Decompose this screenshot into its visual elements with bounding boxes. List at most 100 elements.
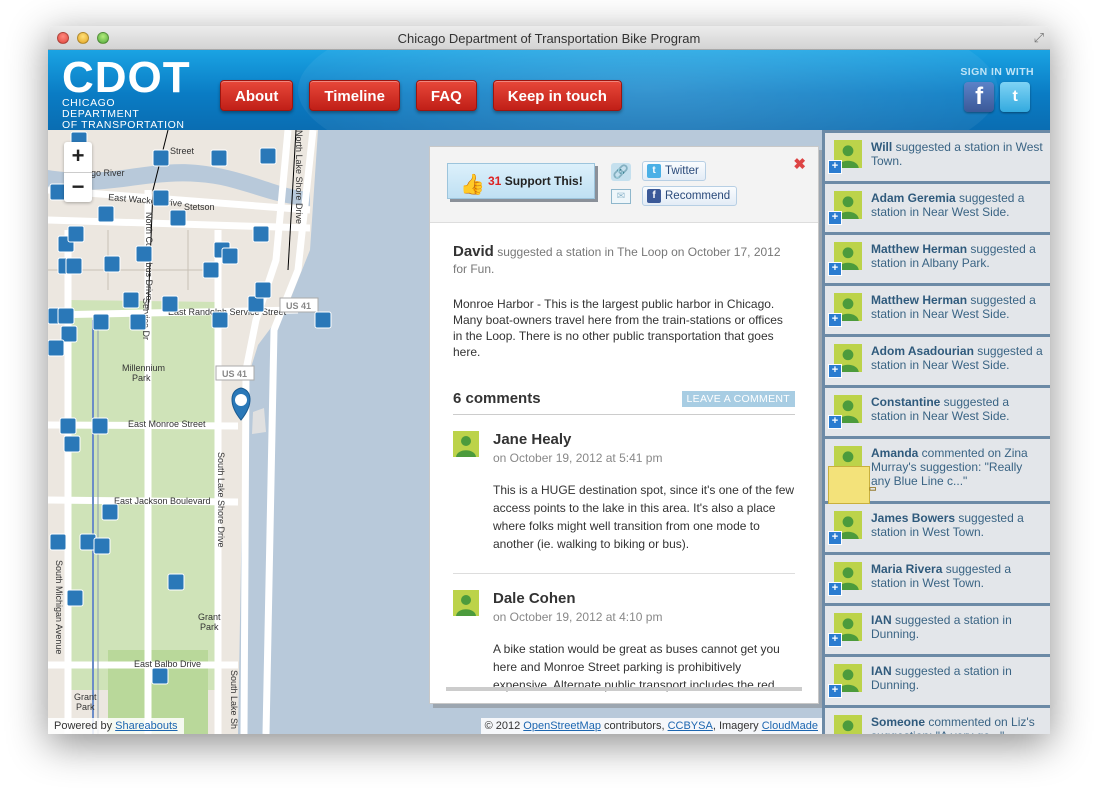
plus-icon: + [828, 364, 842, 378]
svg-text:Grant: Grant [198, 612, 221, 622]
site-header: CDOT Chicago Department of Transportatio… [48, 50, 1050, 130]
shareabouts-link[interactable]: Shareabouts [115, 720, 177, 732]
comment: Jane Healy on October 19, 2012 at 5:41 p… [453, 415, 795, 574]
svg-text:Millennium: Millennium [122, 363, 165, 373]
zoom-in-button[interactable]: + [64, 142, 92, 172]
avatar [834, 715, 862, 734]
activity-user[interactable]: Someone [871, 715, 925, 729]
activity-item[interactable]: + Matthew Herman suggested a station in N… [825, 286, 1050, 334]
activity-item[interactable]: + Constantine suggested a station in Near… [825, 388, 1050, 436]
activity-user[interactable]: IAN [871, 613, 892, 627]
map-attribution: © 2012 OpenStreetMap contributors, CCBYS… [480, 718, 822, 734]
svg-text:Park: Park [76, 702, 95, 712]
plus-icon: + [828, 313, 842, 327]
ccbysa-link[interactable]: CCBYSA [668, 720, 713, 732]
activity-user[interactable]: Constantine [871, 395, 940, 409]
activity-user[interactable]: Maria Rivera [871, 562, 942, 576]
activity-item[interactable]: ▭ Amanda commented on Zina Murray's sugge… [825, 439, 1050, 504]
plus-icon: + [828, 262, 842, 276]
activity-item[interactable]: + IAN suggested a station in Dunning. [825, 657, 1050, 705]
plus-icon: + [828, 582, 842, 596]
avatar [453, 590, 479, 616]
activity-item[interactable]: + IAN suggested a station in Dunning. [825, 606, 1050, 654]
leave-comment-button[interactable]: LEAVE A COMMENT [681, 390, 795, 407]
svg-text:Grant: Grant [74, 692, 97, 702]
activity-user[interactable]: Will [871, 140, 892, 154]
svg-text:East Balbo Drive: East Balbo Drive [134, 659, 201, 669]
support-label: Support This! [504, 174, 583, 188]
activity-user[interactable]: Matthew Herman [871, 242, 967, 256]
email-icon[interactable]: ✉ [611, 189, 631, 204]
twitter-login-icon[interactable]: t [1000, 82, 1031, 112]
svg-text:US 41: US 41 [286, 301, 311, 311]
osm-link[interactable]: OpenStreetMap [523, 720, 601, 732]
nav-about-button[interactable]: About [220, 80, 294, 111]
comments-count: 6 comments [453, 390, 541, 407]
place-description: Monroe Harbor - This is the largest publ… [453, 297, 783, 359]
support-button[interactable]: 👍 31 Support This! [447, 163, 595, 199]
activity-item[interactable]: + James Bowers suggested a station in Wes… [825, 504, 1050, 552]
thumbs-up-icon: 👍 [460, 174, 485, 196]
nav-timeline-button[interactable]: Timeline [309, 80, 400, 111]
svg-text:Park: Park [200, 622, 219, 632]
activity-item[interactable]: + Adam Geremia suggested a station in Nea… [825, 184, 1050, 232]
plus-icon: + [828, 211, 842, 225]
cdot-logo[interactable]: CDOT Chicago Department of Transportatio… [62, 53, 192, 131]
activity-user[interactable]: Matthew Herman [871, 293, 967, 307]
nav-faq-button[interactable]: FAQ [415, 80, 477, 111]
zoom-out-button[interactable]: − [64, 172, 92, 202]
main-nav: About Timeline FAQ Keep in touch [220, 80, 622, 111]
link-icon[interactable]: 🔗 [611, 163, 631, 181]
panel-scroll-edge [446, 687, 802, 691]
svg-text:South Lake Sh: South Lake Sh [229, 670, 239, 729]
fullscreen-icon[interactable]: ⤢ [1034, 30, 1044, 46]
activity-item[interactable]: ▭Someone commented on Liz's suggestion: … [825, 708, 1050, 734]
plus-icon: + [828, 160, 842, 174]
comment-text: A bike station would be great as buses c… [493, 642, 780, 692]
map[interactable]: Street Chicago River East Wacker Drive N… [48, 130, 822, 734]
nav-keep-in-touch-button[interactable]: Keep in touch [492, 80, 622, 111]
zoom-control: + − [64, 142, 92, 202]
twitter-share-button[interactable]: t Twitter [642, 161, 706, 181]
activity-user[interactable]: Amanda [871, 446, 918, 460]
powered-by: Powered by Shareabouts [48, 718, 184, 734]
logo-wordmark: CDOT [62, 53, 191, 102]
comment-date: on October 19, 2012 at 4:10 pm [493, 610, 663, 624]
activity-text: suggested a station in Dunning. [871, 613, 1012, 641]
activity-item[interactable]: + Adom Asadourian suggested a station in … [825, 337, 1050, 385]
facebook-login-icon[interactable]: f [964, 82, 995, 112]
avatar [453, 431, 479, 457]
comments-header: 6 comments LEAVE A COMMENT [453, 390, 795, 415]
svg-text:US 41: US 41 [222, 369, 247, 379]
cloudmade-link[interactable]: CloudMade [762, 720, 818, 732]
twitter-bird-icon: t [647, 164, 661, 178]
activity-feed[interactable]: + Will suggested a station in West Town. +… [822, 130, 1050, 734]
comment: Dale Cohen on October 19, 2012 at 4:10 p… [453, 574, 795, 703]
activity-item[interactable]: + Maria Rivera suggested a station in Wes… [825, 555, 1050, 603]
logo-subtitle-2: of Transportation [62, 119, 185, 131]
window-title: Chicago Department of Transportation Bik… [397, 31, 701, 46]
comment-author: Dale Cohen [493, 590, 576, 607]
plus-icon: + [828, 531, 842, 545]
svg-text:Street: Street [170, 146, 195, 156]
close-panel-icon[interactable]: ✖ [793, 155, 806, 173]
svg-text:East Monroe Street: East Monroe Street [128, 419, 206, 429]
facebook-recommend-button[interactable]: f Recommend [642, 186, 738, 206]
plus-icon: + [828, 415, 842, 429]
activity-user[interactable]: Adom Asadourian [871, 344, 974, 358]
place-detail-panel: 👍 31 Support This! 🔗 ✉ t Twitter f Recom… [429, 146, 819, 704]
sign-in: SIGN IN WITH f t [960, 66, 1034, 112]
facebook-icon: f [647, 189, 661, 203]
activity-item[interactable]: + Will suggested a station in West Town. [825, 133, 1050, 181]
panel-body: David suggested a station in The Loop on… [430, 223, 818, 703]
comment-text: This is a HUGE destination spot, since i… [493, 483, 795, 551]
comment-author: Jane Healy [493, 431, 572, 448]
svg-text:Park: Park [132, 373, 151, 383]
browser-window: Chicago Department of Transportation Bik… [48, 26, 1050, 734]
place-author[interactable]: David [453, 243, 494, 260]
activity-user[interactable]: James Bowers [871, 511, 955, 525]
activity-user[interactable]: Adam Geremia [871, 191, 956, 205]
activity-user[interactable]: IAN [871, 664, 892, 678]
svg-text:North Lake Shore Drive: North Lake Shore Drive [294, 130, 304, 224]
activity-item[interactable]: + Matthew Herman suggested a station in A… [825, 235, 1050, 283]
